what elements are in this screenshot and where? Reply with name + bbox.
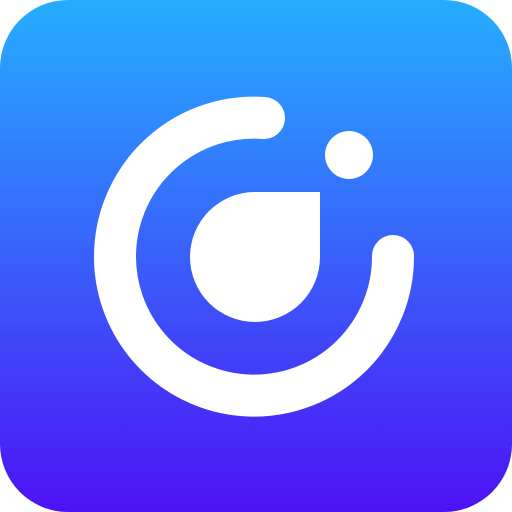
app-icon-tile[interactable]	[0, 0, 512, 512]
app-logo-icon	[0, 0, 512, 512]
accent-dot	[325, 131, 373, 179]
drop-shape	[190, 192, 320, 322]
